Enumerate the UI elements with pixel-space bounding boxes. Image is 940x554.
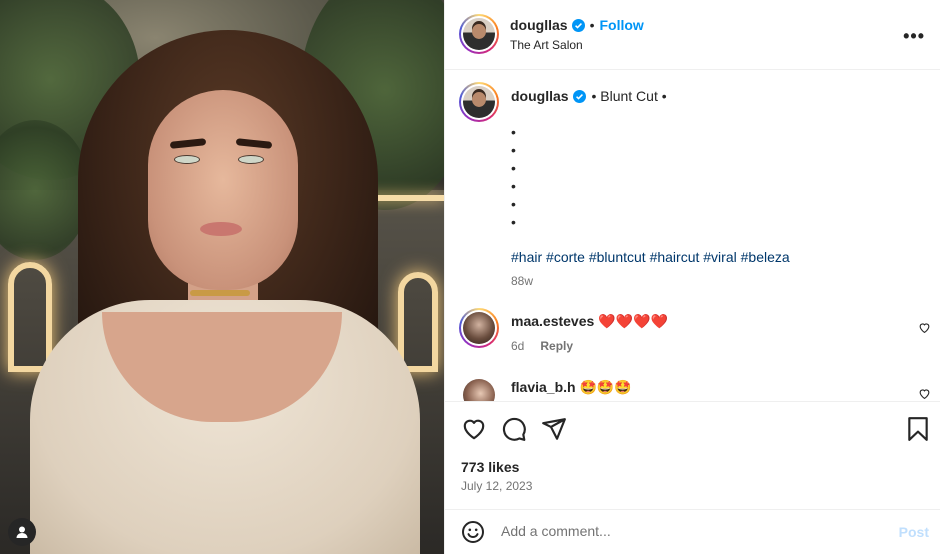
verified-icon [571,19,585,37]
model-eye [238,155,264,164]
hashtag-link[interactable]: #haircut [650,249,700,265]
post-details-panel: dougllas • Follow The Art Salon ••• dougll… [444,0,940,554]
caption-bullet: • [511,160,516,176]
emoji-icon[interactable] [461,520,485,549]
author-avatar[interactable] [459,14,499,54]
caption-avatar[interactable] [459,82,499,122]
caption-bullet: • [511,196,516,212]
hashtag-link[interactable]: #corte [546,249,585,265]
comment-avatar[interactable] [459,375,499,401]
comment-line: flavia_b.h 🤩🤩🤩 [511,379,632,396]
caption-time[interactable]: 88w [511,274,533,288]
hashtag-link[interactable]: #viral [703,249,736,265]
comment-input[interactable] [501,523,861,539]
caption-bullet: • [511,178,516,194]
user-tag-icon[interactable] [8,518,36,546]
caption-bullet: • [511,124,516,140]
post-button[interactable]: Post [899,524,929,540]
comment-avatar[interactable] [459,308,499,348]
caption-bullet: • [511,214,516,230]
reply-button[interactable]: Reply [540,339,573,353]
model-face [148,90,298,290]
hashtags: #hair #corte #bluntcut #haircut #viral #… [511,249,790,265]
caption-text: • Blunt Cut • [591,88,667,104]
more-icon[interactable]: ••• [903,26,925,47]
comment-text: 🤩🤩🤩 [579,379,632,395]
model-necklace [190,290,250,296]
comment-username[interactable]: maa.esteves [511,313,594,329]
mirror-lamp [8,262,52,372]
post-date[interactable]: July 12, 2023 [461,479,532,493]
caption-username[interactable]: dougllas [511,88,569,104]
author-username[interactable]: dougllas [510,17,568,33]
verified-icon [572,90,586,106]
comment-like-heart-icon[interactable] [918,321,931,339]
caption-bullets: • • • • • • [511,123,516,231]
comment-username[interactable]: flavia_b.h [511,379,576,395]
comment-meta: 6d Reply [511,339,573,353]
hashtag-link[interactable]: #beleza [741,249,790,265]
separator-dot: • [589,17,595,33]
location-link[interactable]: The Art Salon [510,38,583,52]
comments-list[interactable]: dougllas • Blunt Cut • • • • • • • #hair… [445,71,940,401]
hashtag-link[interactable]: #bluntcut [589,249,646,265]
heart-icon[interactable] [461,416,487,447]
share-icon[interactable] [541,416,567,447]
post-header: dougllas • Follow The Art Salon ••• [445,0,940,70]
comment-like-heart-icon[interactable] [918,387,931,401]
comment-text: ❤️❤️❤️❤️ [598,313,668,329]
comment-line: maa.esteves ❤️❤️❤️❤️ [511,313,668,330]
author-line: dougllas • Follow [510,17,644,37]
action-bar: 773 likes July 12, 2023 [445,401,940,501]
post-image[interactable] [0,0,444,554]
comment-icon[interactable] [501,416,527,447]
hashtag-link[interactable]: #hair [511,249,542,265]
mirror-lamp [398,272,438,372]
follow-button[interactable]: Follow [599,17,643,33]
model-eye [174,155,200,164]
caption-bullet: • [511,142,516,158]
bookmark-icon[interactable] [907,416,929,447]
add-comment-bar: Post [445,509,940,554]
model-lips [200,222,242,236]
comment-time[interactable]: 6d [511,339,524,353]
likes-count[interactable]: 773 likes [461,459,519,475]
caption-line: dougllas • Blunt Cut • [511,88,667,106]
